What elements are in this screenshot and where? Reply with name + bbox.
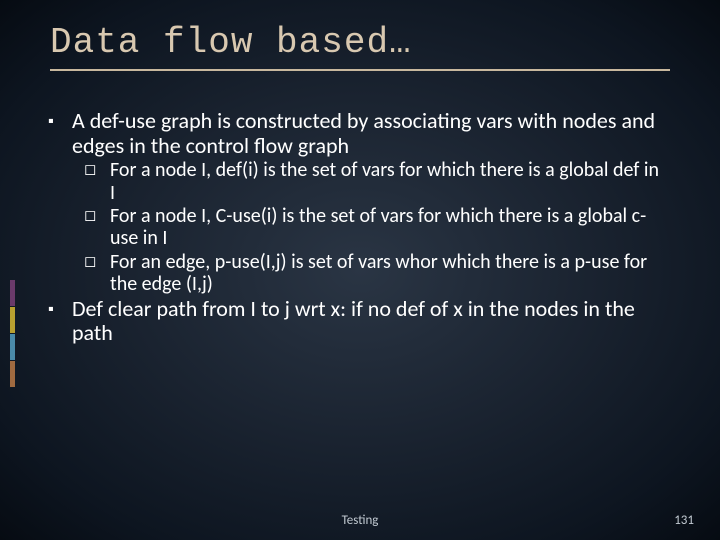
- page-number: 131: [674, 513, 694, 528]
- left-accent-stripes: [10, 280, 15, 388]
- sub-bullets: ◻ For a node I, def(i) is the set of var…: [48, 159, 660, 295]
- bullet-icon: ◻: [84, 205, 110, 250]
- bullet-text: A def-use graph is constructed by associ…: [72, 109, 660, 158]
- slide-title: Data flow based…: [0, 0, 720, 67]
- accent-stripe: [10, 361, 15, 387]
- bullet-icon: ▪: [48, 109, 72, 158]
- bullet-text: For a node I, C-use(i) is the set of var…: [110, 205, 660, 250]
- bullet-icon: ▪: [48, 297, 72, 346]
- bullet-icon: ◻: [84, 159, 110, 204]
- bullet-text: For a node I, def(i) is the set of vars …: [110, 159, 660, 204]
- footer-label: Testing: [0, 513, 720, 528]
- accent-stripe: [10, 334, 15, 360]
- bullet-level2: ◻ For a node I, def(i) is the set of var…: [84, 159, 660, 204]
- slide-body: ▪ A def-use graph is constructed by asso…: [0, 71, 720, 346]
- accent-stripe: [10, 280, 15, 306]
- slide: Data flow based… ▪ A def-use graph is co…: [0, 0, 720, 540]
- bullet-level2: ◻ For an edge, p-use(I,j) is set of vars…: [84, 251, 660, 296]
- bullet-icon: ◻: [84, 251, 110, 296]
- accent-stripe: [10, 307, 15, 333]
- bullet-text: For an edge, p-use(I,j) is set of vars w…: [110, 251, 660, 296]
- bullet-level1: ▪ A def-use graph is constructed by asso…: [48, 109, 660, 158]
- bullet-level2: ◻ For a node I, C-use(i) is the set of v…: [84, 205, 660, 250]
- bullet-text: Def clear path from I to j wrt x: if no …: [72, 297, 660, 346]
- bullet-level1: ▪ Def clear path from I to j wrt x: if n…: [48, 297, 660, 346]
